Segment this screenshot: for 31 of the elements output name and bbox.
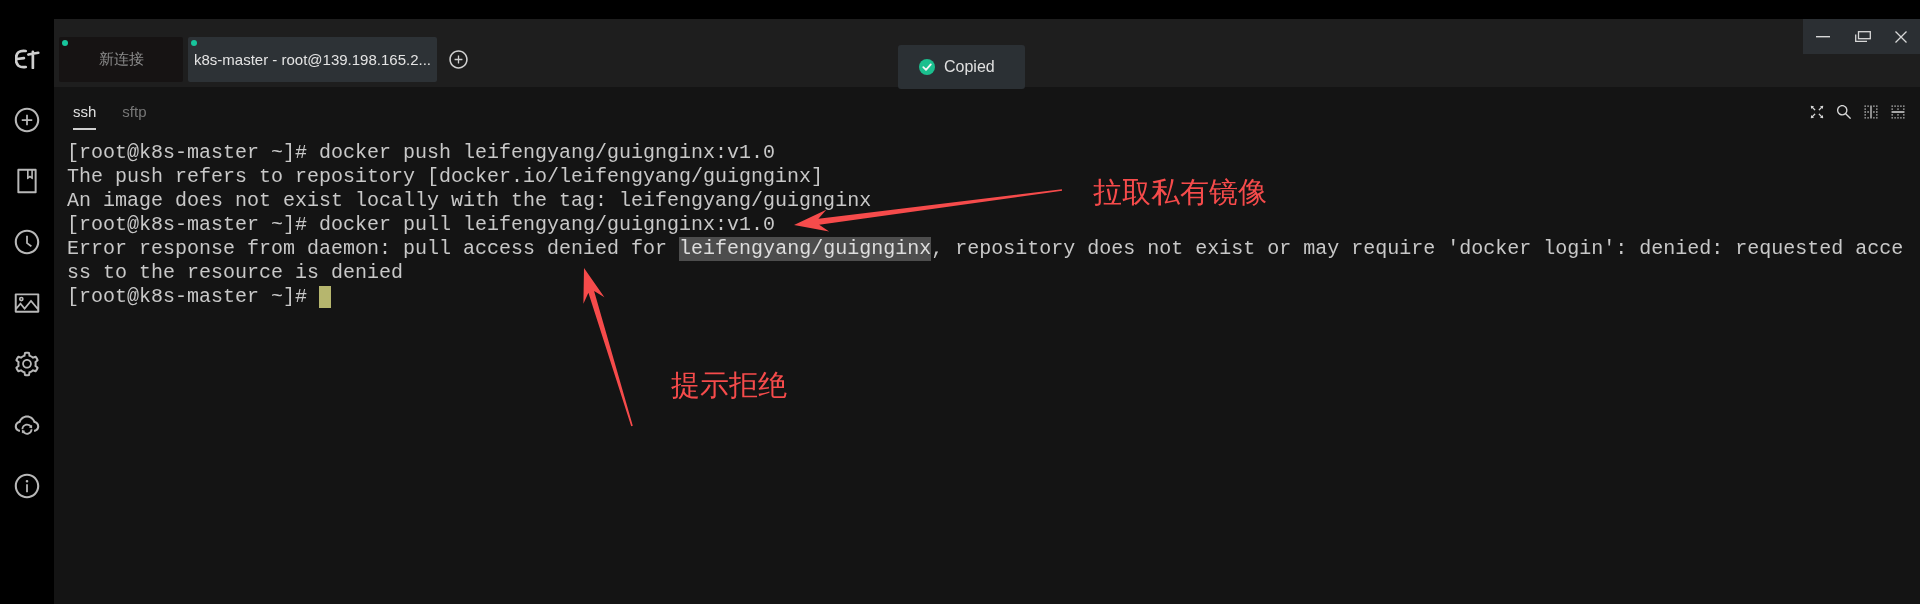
terminal-text: [root@k8s-master ~]# <box>67 285 309 309</box>
annotation-label: 提示拒绝 <box>671 368 787 402</box>
restore-icon[interactable] <box>1854 31 1871 42</box>
fullscreen-icon[interactable] <box>1808 103 1826 121</box>
info-icon[interactable] <box>13 472 41 500</box>
connection-tab[interactable]: 新连接 <box>59 37 183 82</box>
connection-tab[interactable]: k8s-master - root@139.198.165.2... <box>188 37 437 82</box>
add-tab-icon[interactable] <box>448 49 469 70</box>
status-dot-icon <box>191 40 197 46</box>
session-tab[interactable]: sftp <box>122 102 147 130</box>
split-horizontal-icon[interactable] <box>1889 103 1907 121</box>
terminal-text: Error response from daemon: pull access denied for <box>67 237 669 261</box>
logo-icon <box>14 49 40 69</box>
annotation-label: 拉取私有镜像 <box>1093 175 1267 209</box>
settings-icon[interactable] <box>13 350 41 378</box>
terminal-text: , repository does not exist or may require 'docker login': denied: requested acce <box>931 237 1904 261</box>
search-icon[interactable] <box>1835 103 1853 121</box>
minimize-icon[interactable] <box>1816 35 1830 38</box>
split-vertical-icon[interactable] <box>1862 103 1880 121</box>
terminal-text: The push refers to repository [docker.io/leifengyang/guignginx] <box>67 165 824 189</box>
terminal-text: ss to the resource is denied <box>67 261 404 285</box>
terminal-text: [root@k8s-master ~]# docker push leifengyang/guignginx:v1.0 <box>67 141 776 165</box>
toast-message: Copied <box>944 58 995 76</box>
terminal-text: An image does not exist locally with the tag: leifengyang/guignginx <box>67 189 872 213</box>
terminal-text: [root@k8s-master ~]# docker pull leifengyang/guignginx:v1.0 <box>67 213 776 237</box>
session-tab[interactable]: ssh <box>73 102 97 130</box>
clock-icon[interactable] <box>13 228 41 256</box>
selected-text: leifengyang/guignginx <box>679 237 932 261</box>
check-circle-icon <box>919 59 935 75</box>
status-dot-icon <box>62 40 68 46</box>
close-icon[interactable] <box>1895 30 1907 43</box>
